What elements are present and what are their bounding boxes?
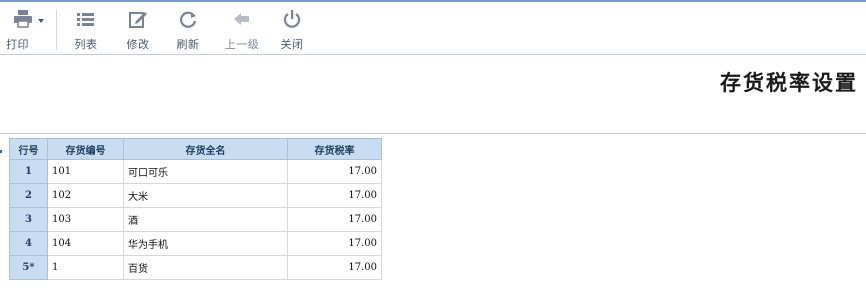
tax-rate-cell[interactable]: 17.00 (287, 159, 382, 184)
tax-rate-cell[interactable]: 17.00 (287, 183, 382, 208)
list-button[interactable]: 列表 (66, 8, 106, 54)
table-row[interactable]: 3 103 酒 17.00 (9, 207, 382, 232)
page-title: 存货税率设置 (720, 70, 858, 95)
row-number[interactable]: 4 (9, 231, 48, 256)
table-row[interactable]: 2 102 大米 17.00 (9, 183, 382, 208)
column-header-name[interactable]: 存货全名 (123, 138, 288, 160)
row-number[interactable]: 1 (9, 159, 48, 184)
content-divider (0, 133, 866, 134)
printer-icon (9, 8, 45, 30)
toolbar: 打印 列表 修改 刷新 上一级 关闭 (0, 2, 866, 54)
inventory-tax-table: 行号 存货编号 存货全名 存货税率 1 101 可口可乐 17.00 2 102… (9, 138, 382, 280)
item-code-cell[interactable]: 103 (47, 207, 124, 232)
item-code-cell[interactable]: 102 (47, 183, 124, 208)
item-name-cell[interactable]: 大米 (123, 183, 288, 208)
toolbar-divider (0, 54, 866, 55)
refresh-label: 刷新 (176, 38, 200, 51)
row-number[interactable]: 2 (9, 183, 48, 208)
item-code-cell[interactable]: 1 (47, 255, 124, 280)
row-number[interactable]: 3 (9, 207, 48, 232)
list-label: 列表 (74, 38, 98, 51)
item-name-cell[interactable]: 华为手机 (123, 231, 288, 256)
close-button[interactable]: 关闭 (272, 8, 312, 54)
column-header-rowno[interactable]: 行号 (9, 138, 48, 160)
item-name-cell[interactable]: 百货 (123, 255, 288, 280)
power-icon (281, 8, 303, 30)
table-row[interactable]: 4 104 华为手机 17.00 (9, 231, 382, 256)
print-label: 打印 (6, 38, 29, 51)
print-button[interactable]: 打印 (4, 8, 50, 54)
tax-rate-cell[interactable]: 17.00 (287, 207, 382, 232)
dropdown-arrow-icon (38, 19, 44, 23)
tax-rate-cell[interactable]: 17.00 (287, 231, 382, 256)
item-name-cell[interactable]: 酒 (123, 207, 288, 232)
table-header-row: 行号 存货编号 存货全名 存货税率 (9, 138, 382, 160)
row-number[interactable]: 5* (9, 255, 48, 280)
table-row[interactable]: 5* 1 百货 17.00 (9, 255, 382, 280)
edit-label: 修改 (126, 38, 150, 51)
table-row[interactable]: 1 101 可口可乐 17.00 (9, 159, 382, 184)
arrow-left-icon (231, 8, 253, 30)
up-level-button[interactable]: 上一级 (220, 8, 264, 54)
item-name-cell[interactable]: 可口可乐 (123, 159, 288, 184)
refresh-button[interactable]: 刷新 (168, 8, 208, 54)
refresh-icon (177, 8, 199, 30)
up-level-label: 上一级 (224, 38, 260, 51)
item-code-cell[interactable]: 101 (47, 159, 124, 184)
column-header-rate[interactable]: 存货税率 (287, 138, 382, 160)
toolbar-separator (56, 10, 57, 50)
tax-rate-cell[interactable]: 17.00 (287, 255, 382, 280)
edit-icon (127, 8, 149, 30)
column-header-code[interactable]: 存货编号 (47, 138, 124, 160)
list-icon (75, 8, 97, 30)
close-label: 关闭 (280, 38, 304, 51)
edit-button[interactable]: 修改 (118, 8, 158, 54)
item-code-cell[interactable]: 104 (47, 231, 124, 256)
focus-marker (0, 150, 2, 153)
